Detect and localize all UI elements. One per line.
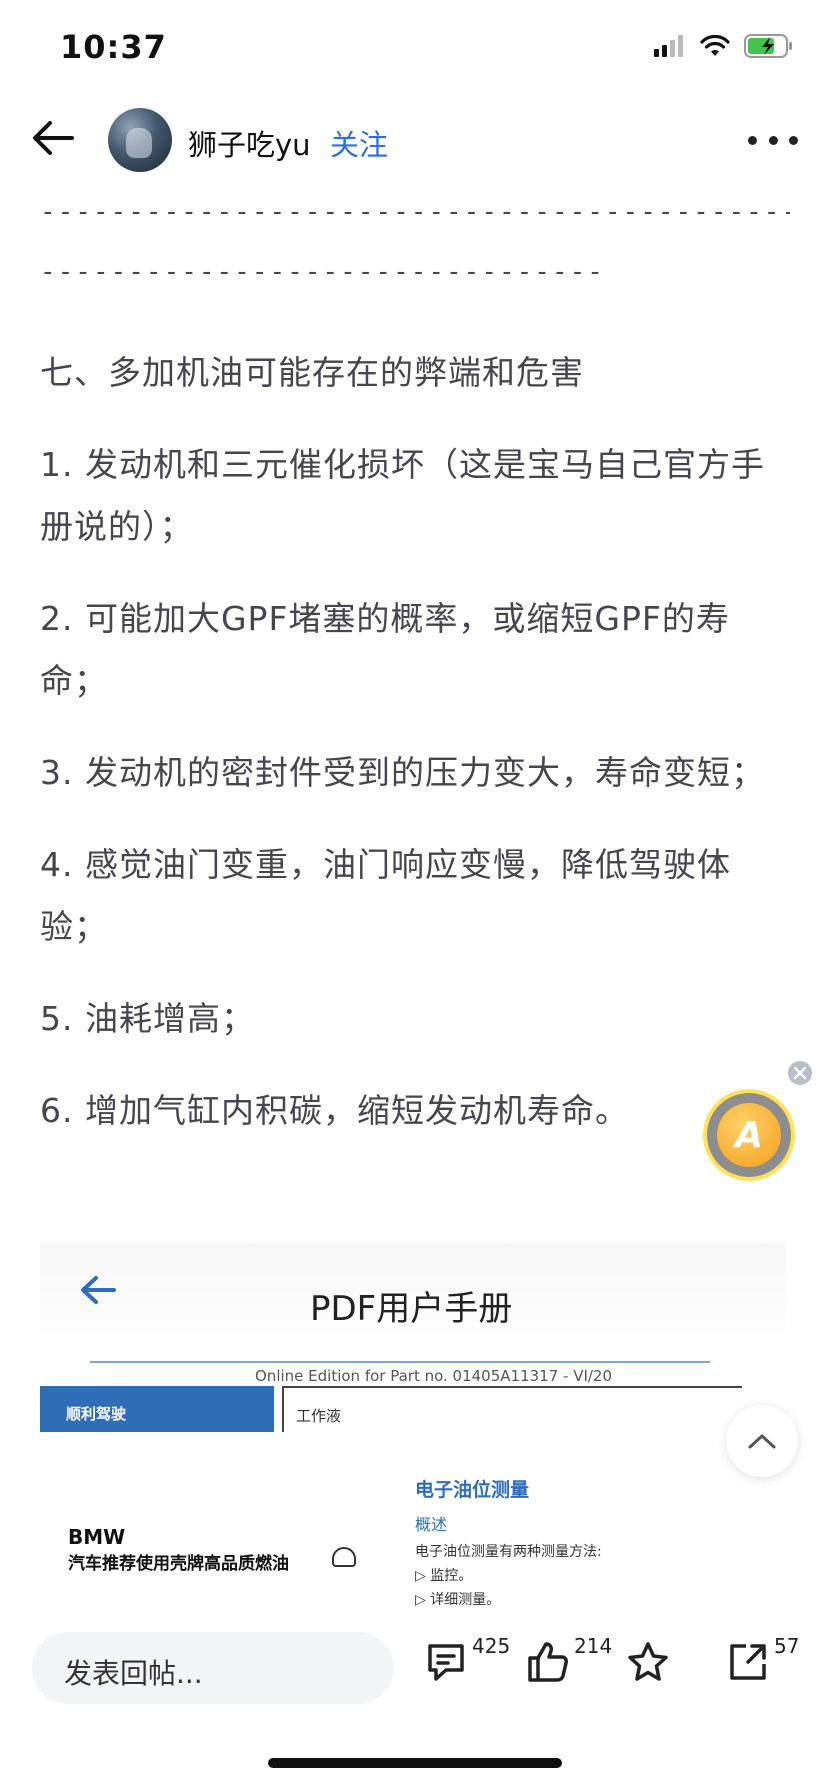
battery-charging-icon xyxy=(744,34,792,58)
divider xyxy=(90,1361,710,1363)
pdf-header: PDF用户手册 xyxy=(40,1243,786,1353)
nav-bar: 狮子吃yu 关注 xyxy=(0,100,828,182)
floating-reward-badge[interactable]: A xyxy=(703,1089,795,1181)
pdf-description: 电子油位测量有两种测量方法: xyxy=(415,1544,602,1560)
list-item: 5. 油耗增高； xyxy=(40,999,255,1038)
scroll-to-top-button[interactable] xyxy=(726,1405,798,1477)
username[interactable]: 狮子吃yu xyxy=(188,122,311,164)
status-icons xyxy=(654,34,794,58)
pdf-sub-title: 概述 xyxy=(415,1515,448,1534)
comment-button[interactable]: 425 xyxy=(424,1634,510,1688)
dot-icon xyxy=(768,135,778,145)
close-icon xyxy=(793,1066,807,1080)
comment-icon xyxy=(428,1644,464,1681)
share-icon xyxy=(730,1644,766,1680)
shell-logo-icon xyxy=(332,1547,356,1567)
pdf-brand: BMW xyxy=(68,1525,126,1549)
list-item: 6. 增加气缸内积碳，缩短发动机寿命。 xyxy=(40,1091,629,1130)
badge-letter: A xyxy=(717,1103,781,1167)
pdf-tab-left: 顺利驾驶 xyxy=(40,1386,274,1432)
badge-close-button[interactable] xyxy=(786,1059,814,1087)
article-content: ----------------------------------------… xyxy=(40,182,790,1142)
list-item: 4. 感觉油门变重，油门响应变慢，降低驾驶体验； xyxy=(40,845,731,946)
pdf-screenshot-image[interactable]: PDF用户手册 Online Edition for Part no. 0140… xyxy=(40,1243,786,1610)
pdf-bullet: ▷ 监控。 xyxy=(415,1568,473,1584)
share-button[interactable]: 57 xyxy=(726,1634,799,1688)
chevron-up-icon xyxy=(748,1434,776,1449)
status-bar: 10:37 xyxy=(0,0,828,100)
pdf-tab-right: 工作液 xyxy=(282,1386,742,1432)
bottom-action-bar: 发表回帖... 425 214 57 xyxy=(0,1620,828,1720)
avatar[interactable] xyxy=(108,108,172,172)
more-options-button[interactable] xyxy=(748,128,798,152)
wifi-icon xyxy=(700,35,730,56)
list-item: 1. 发动机和三元催化损坏（这是宝马自己官方手册说的）； xyxy=(40,445,765,546)
cellular-signal-icon xyxy=(654,35,683,57)
status-time: 10:37 xyxy=(60,28,167,66)
pdf-section-title: 电子油位测量 xyxy=(415,1479,530,1501)
star-icon xyxy=(628,1642,668,1681)
list-item: 3. 发动机的密封件受到的压力变大，寿命变短； xyxy=(40,753,765,792)
back-button[interactable] xyxy=(30,118,80,164)
favorite-button[interactable] xyxy=(626,1640,670,1688)
reply-input[interactable]: 发表回帖... xyxy=(32,1632,394,1704)
dot-icon xyxy=(789,135,798,145)
arrow-left-icon xyxy=(81,1276,116,1304)
home-indicator[interactable] xyxy=(268,1758,562,1768)
dot-icon xyxy=(748,135,757,145)
pdf-title: PDF用户手册 xyxy=(310,1289,513,1329)
like-button[interactable]: 214 xyxy=(526,1634,612,1688)
share-count: 57 xyxy=(774,1634,800,1658)
divider-line: -------------------------------- xyxy=(40,257,605,287)
list-item: 2. 可能加大GPF堵塞的概率，或缩短GPF的寿命； xyxy=(40,599,730,700)
divider-line: ----------------------------------------… xyxy=(40,197,790,227)
thumbs-up-icon xyxy=(528,1642,568,1682)
pdf-brand-line: 汽车推荐使用壳牌高品质燃油 xyxy=(68,1554,289,1574)
pdf-online-edition: Online Edition for Part no. 01405A11317 … xyxy=(255,1367,613,1385)
like-count: 214 xyxy=(574,1634,613,1658)
comment-count: 425 xyxy=(472,1634,511,1658)
pdf-bullet: ▷ 详细测量。 xyxy=(415,1592,501,1608)
follow-button[interactable]: 关注 xyxy=(330,122,388,164)
article-heading: 七、多加机油可能存在的弊端和危害 xyxy=(40,353,584,392)
arrow-left-icon xyxy=(33,121,74,155)
